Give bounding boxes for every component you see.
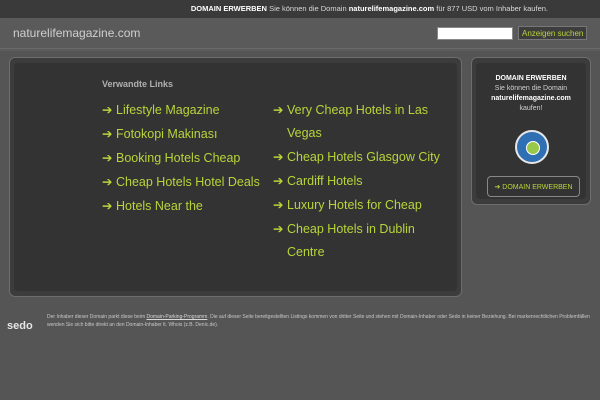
domain-parking-link[interactable]: Domain-Parking-Programm: [147, 314, 208, 320]
topbar-text-after: für 877 USD vom Inhaber kaufen.: [436, 4, 548, 13]
related-links-title: Verwandte Links: [102, 79, 174, 89]
arrow-right-icon: ➔: [102, 103, 113, 117]
domain-sale-title: DOMAIN ERWERBEN: [495, 75, 567, 82]
footer-disclaimer: Der Inhaber dieser Domain parkt diese be…: [47, 314, 590, 328]
topbar-label[interactable]: DOMAIN ERWERBEN: [191, 4, 267, 13]
related-link[interactable]: ➔ Cardiff Hotels: [273, 170, 448, 193]
related-links-panel: Verwandte Links ➔ Lifestyle Magazine ➔ Fot…: [9, 57, 462, 297]
domain-buy-button[interactable]: ➔ DOMAIN ERWERBEN: [487, 176, 580, 197]
header: naturelifemagazine.com Anzeigen suchen: [0, 18, 600, 49]
arrow-right-icon: ➔: [273, 103, 284, 117]
topbar-domain: naturelifemagazine.com: [348, 4, 435, 13]
related-link[interactable]: ➔ Cheap Hotels Glasgow City: [273, 146, 448, 169]
site-name[interactable]: naturelifemagazine.com: [13, 26, 140, 40]
main-content: Verwandte Links ➔ Lifestyle Magazine ➔ Fot…: [0, 51, 600, 305]
sedo-logo: sedo: [7, 320, 33, 332]
links-right-column: ➔ Very Cheap Hotels in Las Vegas ➔ Cheap H…: [273, 99, 448, 265]
domain-sale-panel: DOMAIN ERWERBEN Sie können die Domain na…: [471, 57, 591, 205]
trust-seal-icon: [515, 130, 549, 164]
arrow-right-icon: ➔: [102, 151, 113, 165]
domain-sale-text: Sie können die Domain naturelifemagazine…: [491, 85, 571, 112]
domain-sale-inner: DOMAIN ERWERBEN Sie können die Domain na…: [476, 63, 586, 199]
related-link[interactable]: ➔ Fotokopi Makinası: [102, 123, 267, 146]
related-link[interactable]: ➔ Booking Hotels Cheap: [102, 147, 267, 170]
arrow-right-icon: ➔: [102, 199, 113, 213]
arrow-right-icon: ➔: [102, 127, 113, 141]
related-link[interactable]: ➔ Luxury Hotels for Cheap: [273, 194, 448, 217]
search-input[interactable]: [437, 27, 513, 40]
arrow-right-icon: ➔: [273, 222, 284, 236]
footer: sedo Der Inhaber dieser Domain parkt die…: [0, 305, 600, 400]
arrow-right-icon: ➔: [273, 150, 284, 164]
topbar-text-before: Sie können die Domain: [269, 4, 347, 13]
arrow-right-icon: ➔: [273, 174, 284, 188]
search-button[interactable]: Anzeigen suchen: [518, 26, 588, 40]
domain-sale-domain: naturelifemagazine.com: [491, 95, 571, 102]
arrow-right-icon: ➔: [273, 198, 284, 212]
related-link[interactable]: ➔ Cheap Hotels in Dublin Centre: [273, 218, 448, 264]
related-link[interactable]: ➔ Very Cheap Hotels in Las Vegas: [273, 99, 448, 145]
related-link[interactable]: ➔ Cheap Hotels Hotel Deals: [102, 171, 267, 194]
related-link[interactable]: ➔ Lifestyle Magazine: [102, 99, 267, 122]
related-links-inner: Verwandte Links ➔ Lifestyle Magazine ➔ Fot…: [14, 63, 457, 291]
related-link[interactable]: ➔ Hotels Near the: [102, 195, 267, 218]
arrow-right-icon: ➔: [102, 175, 113, 189]
links-left-column: ➔ Lifestyle Magazine ➔ Fotokopi Makinası ➔…: [102, 99, 267, 219]
top-bar: DOMAIN ERWERBEN Sie können die Domain na…: [0, 0, 600, 18]
